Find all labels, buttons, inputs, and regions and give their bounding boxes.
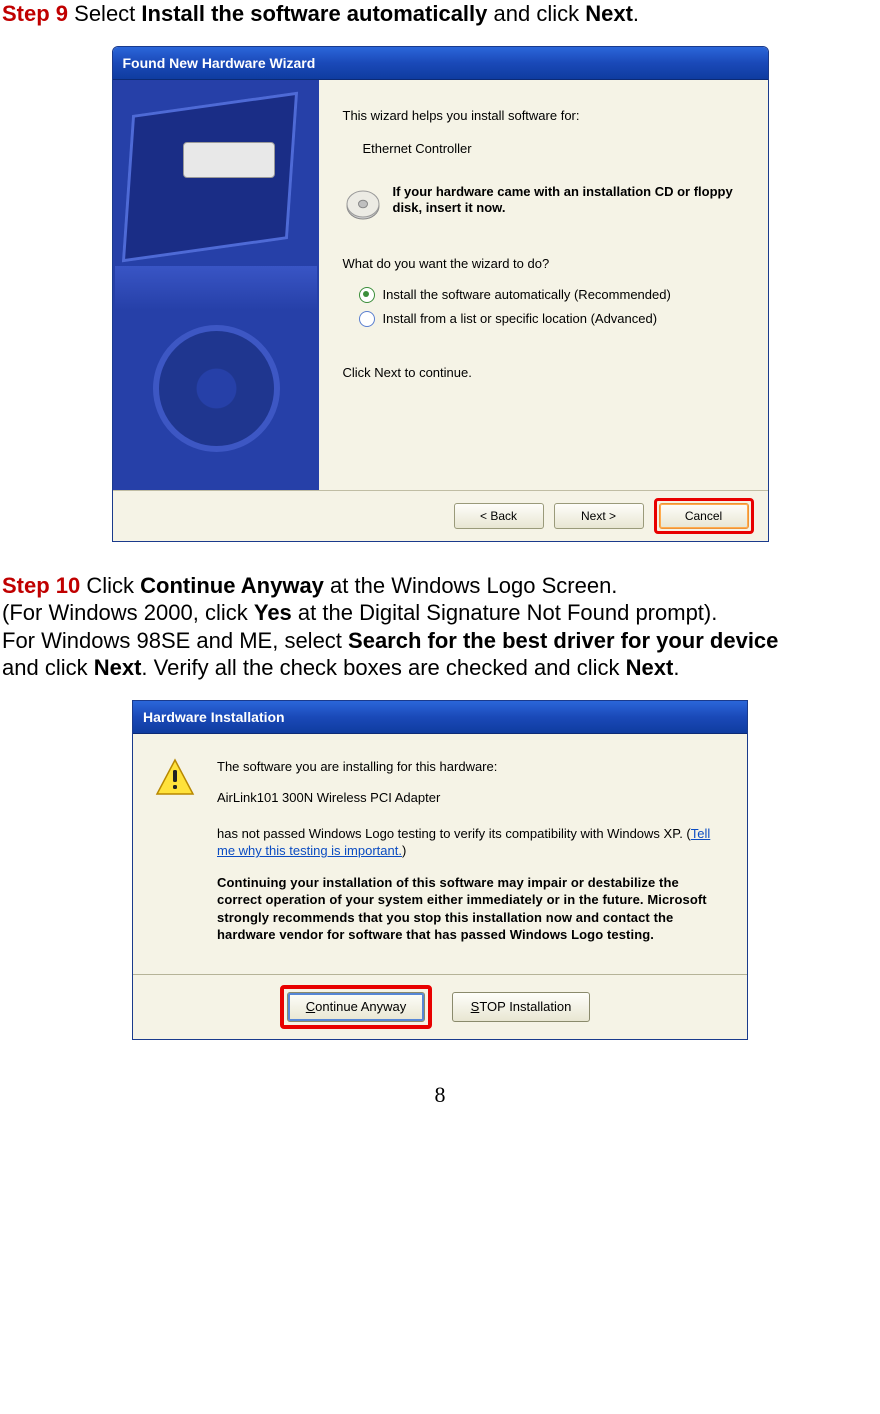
step10-instruction: Step 10 Click Continue Anyway at the Win… xyxy=(2,572,880,682)
option-label: Install the software automatically (Reco… xyxy=(383,287,671,302)
dialog-footer: < Back Next > Cancel xyxy=(113,490,768,541)
radio-icon xyxy=(359,287,375,303)
step9-label: Step 9 xyxy=(2,1,68,26)
option-label: Install from a list or specific location… xyxy=(383,311,658,326)
click-next-text: Click Next to continue. xyxy=(343,365,744,380)
cancel-button[interactable]: Cancel xyxy=(659,503,749,529)
wizard-graphic-panel xyxy=(113,80,319,490)
radio-icon xyxy=(359,311,375,327)
warning-paragraph: Continuing your installation of this sof… xyxy=(217,874,721,944)
option-install-automatically[interactable]: Install the software automatically (Reco… xyxy=(359,287,744,303)
found-new-hardware-wizard-dialog: Found New Hardware Wizard This wizard he… xyxy=(112,46,769,542)
dialog-titlebar[interactable]: Hardware Installation xyxy=(133,701,747,734)
hardware-name: AirLink101 300N Wireless PCI Adapter xyxy=(217,789,721,807)
next-button[interactable]: Next > xyxy=(554,503,644,529)
step9-instruction: Step 9 Select Install the software autom… xyxy=(2,0,880,28)
cancel-highlight: Cancel xyxy=(654,498,754,534)
dialog-title: Found New Hardware Wizard xyxy=(123,55,316,71)
continue-anyway-button[interactable]: Continue Anyway xyxy=(287,992,425,1022)
wizard-intro-text: This wizard helps you install software f… xyxy=(343,108,744,123)
dialog-title: Hardware Installation xyxy=(143,709,285,725)
page-number: 8 xyxy=(0,1082,880,1108)
dialog-footer: Continue Anyway STOP Installation xyxy=(133,975,747,1039)
not-passed-text: has not passed Windows Logo testing to v… xyxy=(217,825,721,860)
step10-label: Step 10 xyxy=(2,573,80,598)
back-button[interactable]: < Back xyxy=(454,503,544,529)
stop-installation-button[interactable]: STOP Installation xyxy=(452,992,590,1022)
hardware-installation-dialog: Hardware Installation The software you a… xyxy=(132,700,748,1040)
warning-icon xyxy=(155,758,199,968)
dialog-titlebar[interactable]: Found New Hardware Wizard xyxy=(113,47,768,80)
cd-icon xyxy=(343,184,383,224)
wizard-question: What do you want the wizard to do? xyxy=(343,256,744,271)
insert-cd-text: If your hardware came with an installati… xyxy=(393,184,744,217)
continue-highlight: Continue Anyway xyxy=(280,985,432,1029)
installing-for-text: The software you are installing for this… xyxy=(217,758,721,776)
option-install-from-list[interactable]: Install from a list or specific location… xyxy=(359,311,744,327)
device-name: Ethernet Controller xyxy=(363,141,744,156)
